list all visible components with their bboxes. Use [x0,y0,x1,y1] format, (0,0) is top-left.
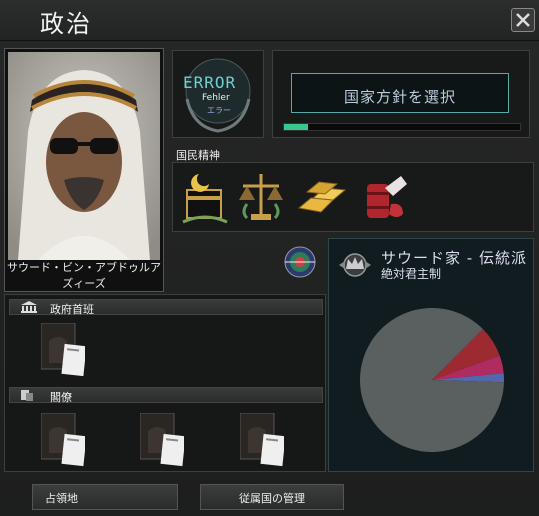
ministers-section: 閣僚 [9,387,323,404]
head-of-government-slot[interactable] [40,322,87,379]
crown-icon [339,253,371,277]
ministers-label: 閣僚 [50,391,72,404]
leader-portrait-frame[interactable]: サウード・ビン・アブドゥルア ズィーズ [4,48,164,292]
close-button[interactable] [511,8,535,32]
select-focus-label: 国家方針を選択 [343,88,456,106]
focus-progress-bar [283,123,521,131]
leader-name: サウード・ビン・アブドゥルア ズィーズ [5,260,163,292]
select-focus-button[interactable]: 国家方針を選択 [291,73,509,113]
error-code: ERROR [183,73,237,92]
national-focus-panel: 国家方針を選択 [272,50,530,138]
politics-window: 政治 サウード・ビン・アブドゥルア ズィーズ ERROR Fehler エラー … [0,0,539,516]
focus-progress-fill [284,124,308,130]
globe-icon[interactable] [283,245,317,279]
leader-name-line1: サウード・ビン・アブドゥルア [7,261,161,274]
manage-subjects-label: 従属国の管理 [239,492,305,505]
window-title: 政治 [40,10,92,38]
leader-name-line2: ズィーズ [62,277,106,290]
oil-barrel-icon[interactable] [357,168,413,224]
cabinet-panel: 政府首班 閣僚 [4,294,326,472]
national-spirits-panel [172,162,534,232]
scales-icon[interactable] [233,168,289,224]
manage-subjects-button[interactable]: 従属国の管理 [200,484,344,510]
government-building-icon [21,301,37,313]
party-popularity-pie-chart[interactable] [357,305,507,455]
error-sub-2: エラー [207,106,231,115]
ruling-party-panel: サウード家 - 伝統派 絶対君主制 [328,238,534,472]
error-sub-1: Fehler [202,93,230,103]
title-bar: 政治 [0,0,539,41]
kaaba-icon[interactable] [177,168,233,224]
occupied-territories-label: 占領地 [45,492,78,505]
minister-slot[interactable] [139,412,186,469]
head-of-government-label: 政府首班 [50,303,94,316]
close-icon [516,13,530,27]
gold-bars-icon[interactable] [293,168,349,224]
government-type: 絶対君主制 [381,267,442,281]
minister-slot[interactable] [239,412,286,469]
head-of-government-section: 政府首班 [9,299,323,316]
national-spirits-header: 国民精神 [176,149,220,162]
error-texture-box: ERROR Fehler エラー [172,50,264,138]
cabinet-icon [21,390,33,401]
minister-slot[interactable] [40,412,87,469]
leader-portrait [8,52,160,260]
occupied-territories-button[interactable]: 占領地 [32,484,178,510]
